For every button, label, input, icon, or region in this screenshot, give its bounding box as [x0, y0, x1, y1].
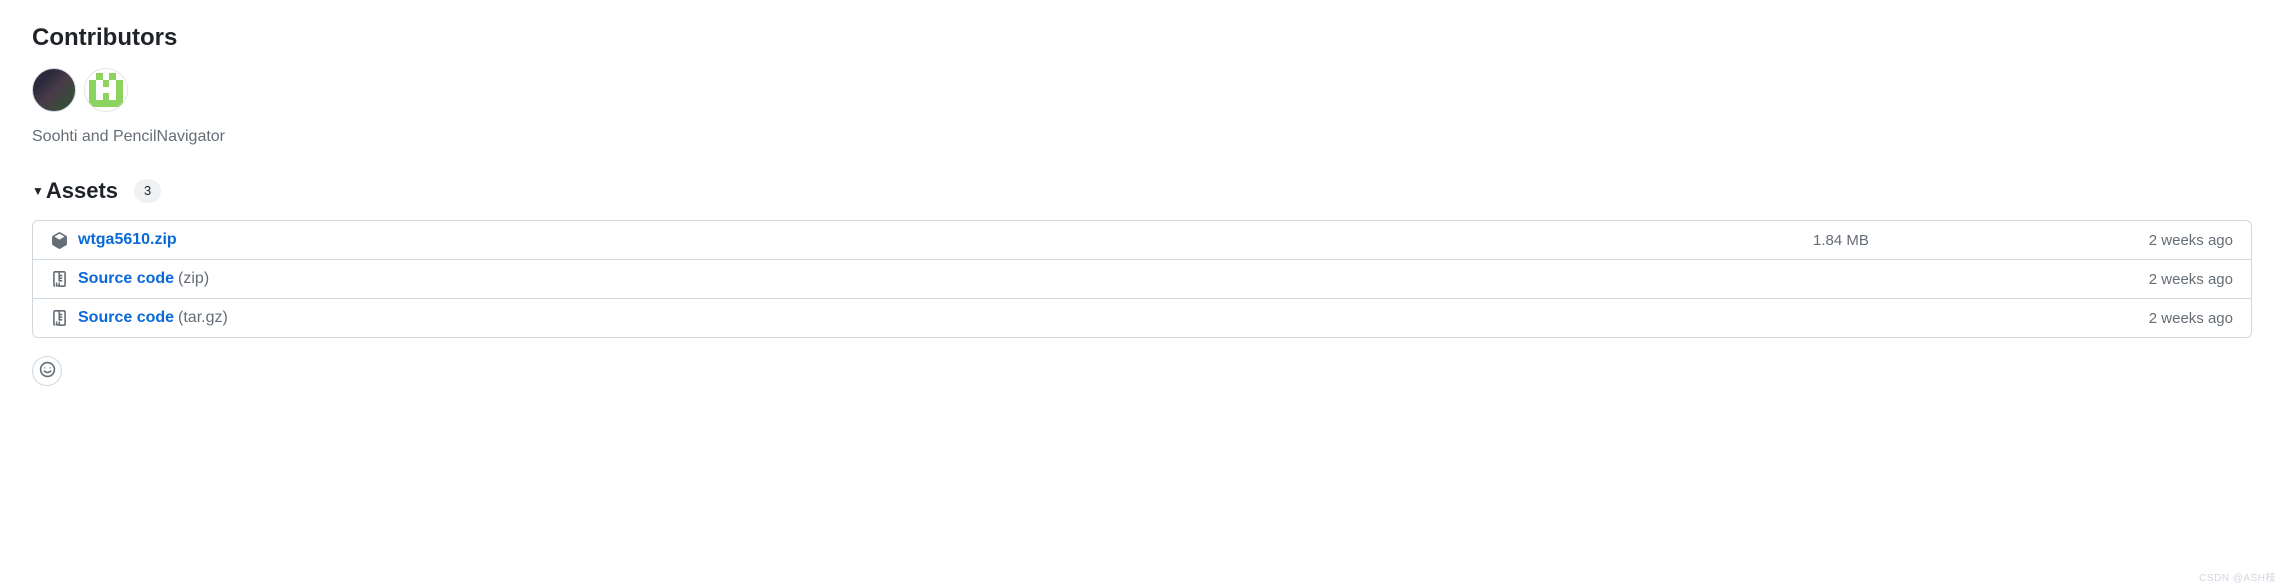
assets-toggle[interactable]: ▼ Assets 3: [32, 178, 2252, 204]
contributor-avatar-link[interactable]: [84, 68, 128, 112]
avatar: [32, 68, 76, 112]
asset-row: wtga5610.zip 1.84 MB 2 weeks ago: [33, 221, 2251, 259]
reaction-bar: [32, 356, 2252, 386]
asset-format: (zip): [178, 270, 209, 288]
watermark: CSDN @ASH枝: [2199, 569, 2276, 584]
asset-name-group: Source code (tar.gz): [78, 309, 1803, 327]
asset-format: (tar.gz): [178, 309, 228, 327]
file-zip-icon: [51, 310, 68, 327]
contributors-names: Soohti and PencilNavigator: [32, 128, 2252, 146]
contributors-title: Contributors: [32, 24, 2252, 52]
smiley-icon: [39, 361, 56, 381]
assets-count-badge: 3: [134, 179, 161, 203]
assets-list: wtga5610.zip 1.84 MB 2 weeks ago Source …: [32, 220, 2252, 338]
assets-title: ▼ Assets: [32, 178, 118, 204]
asset-date: 2 weeks ago: [2103, 310, 2233, 327]
asset-size: 1.84 MB: [1813, 232, 2093, 249]
caret-down-icon: ▼: [32, 184, 44, 198]
asset-name-group: Source code (zip): [78, 270, 1803, 288]
asset-name-link[interactable]: Source code: [78, 270, 174, 288]
file-zip-icon: [51, 271, 68, 288]
assets-section: ▼ Assets 3 wtga5610.zip 1.84 MB 2 weeks …: [32, 178, 2252, 386]
add-reaction-button[interactable]: [32, 356, 62, 386]
avatar: [84, 68, 128, 112]
asset-name-group: wtga5610.zip: [78, 231, 1803, 249]
asset-row: Source code (tar.gz) 2 weeks ago: [33, 298, 2251, 337]
contributors-avatar-list: [32, 68, 2252, 112]
asset-row: Source code (zip) 2 weeks ago: [33, 259, 2251, 298]
assets-title-text: Assets: [46, 178, 118, 204]
asset-date: 2 weeks ago: [2103, 271, 2233, 288]
contributor-avatar-link[interactable]: [32, 68, 76, 112]
package-icon: [51, 232, 68, 249]
asset-name-link[interactable]: wtga5610.zip: [78, 231, 177, 249]
contributors-section: Contributors Soohti and PencilNavigator: [32, 24, 2252, 146]
asset-name-link[interactable]: Source code: [78, 309, 174, 327]
asset-date: 2 weeks ago: [2103, 232, 2233, 249]
